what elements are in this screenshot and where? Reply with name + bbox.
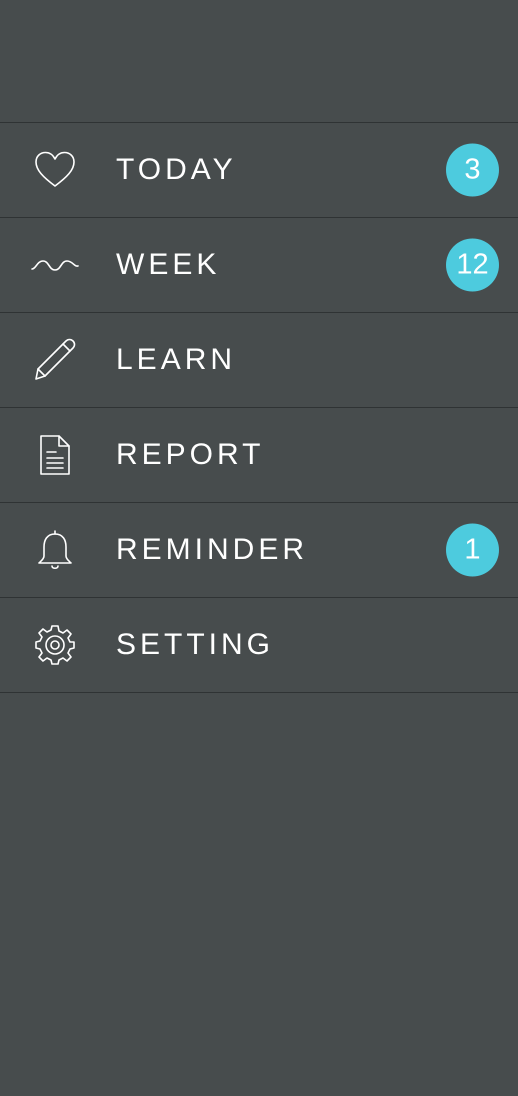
menu-item-today[interactable]: TODAY 3 [0, 122, 518, 217]
side-menu: TODAY 3 WEEK 12 LEARN REPORT REMINDER 1 … [0, 122, 518, 693]
notification-badge: 1 [446, 523, 499, 577]
menu-item-report[interactable]: REPORT [0, 407, 518, 502]
menu-item-learn[interactable]: LEARN [0, 312, 518, 407]
menu-item-reminder[interactable]: REMINDER 1 [0, 502, 518, 597]
wave-icon [30, 240, 80, 290]
bell-icon [30, 525, 80, 575]
gear-icon [30, 620, 80, 670]
heart-icon [30, 145, 80, 195]
menu-item-setting[interactable]: SETTING [0, 597, 518, 693]
pencil-icon [30, 335, 80, 385]
menu-label: WEEK [116, 248, 221, 281]
menu-item-week[interactable]: WEEK 12 [0, 217, 518, 312]
menu-label: REMINDER [116, 533, 309, 566]
menu-label: SETTING [116, 628, 275, 661]
menu-label: TODAY [116, 153, 237, 186]
menu-label: REPORT [116, 438, 265, 471]
notification-badge: 12 [446, 238, 499, 292]
document-icon [30, 430, 80, 480]
notification-badge: 3 [446, 143, 499, 197]
menu-label: LEARN [116, 343, 237, 376]
